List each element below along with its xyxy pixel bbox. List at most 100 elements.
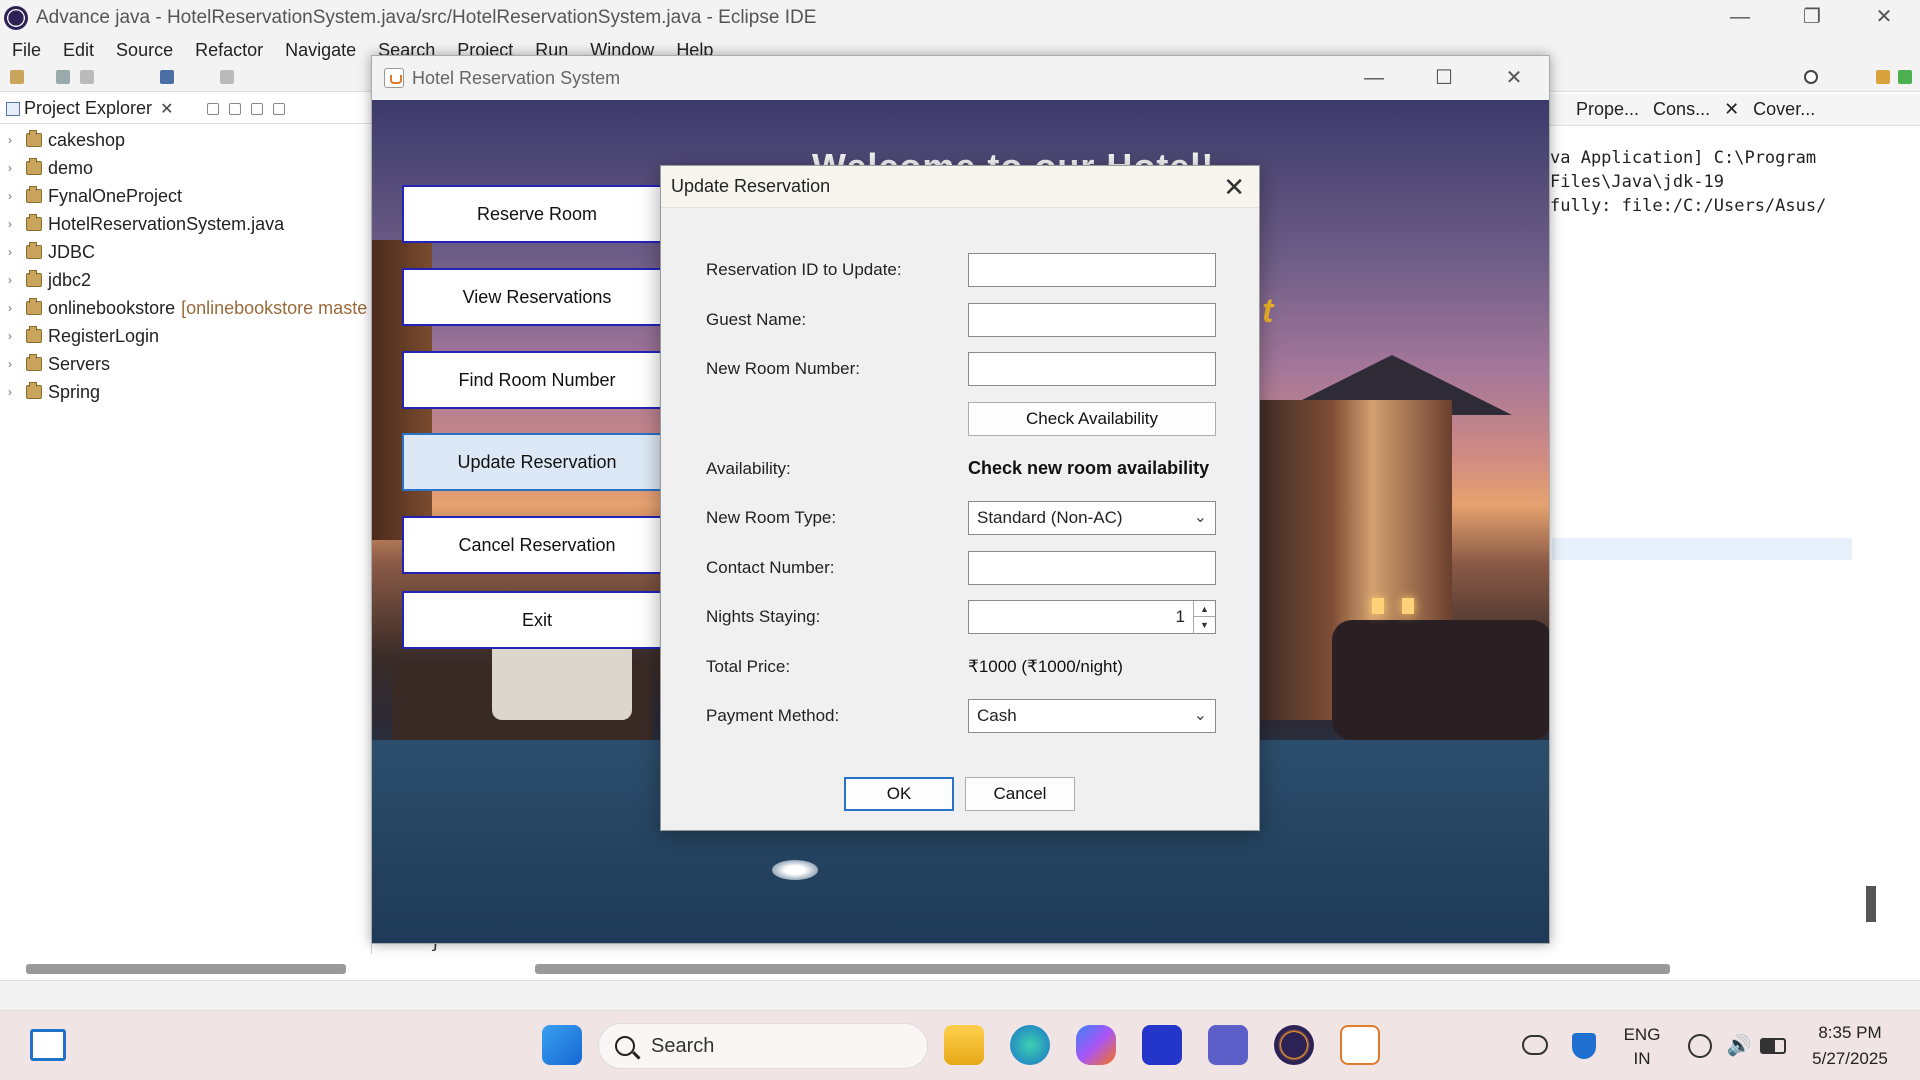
menu-navigate[interactable]: Navigate [285, 40, 356, 61]
chevron-down-icon[interactable]: ⌄ [1194, 507, 1207, 527]
room-type-select[interactable]: Standard (Non-AC) ⌄ [968, 501, 1216, 535]
maximize-icon[interactable]: ☐ [1409, 56, 1479, 100]
tree-item-label: onlinebookstore [48, 297, 176, 318]
java-perspective-icon[interactable] [1898, 70, 1912, 84]
tree-item[interactable]: › jdbc2 [0, 266, 371, 294]
security-shield-icon[interactable] [1572, 1033, 1596, 1059]
edge-icon[interactable] [1010, 1025, 1050, 1065]
chevron-right-icon[interactable]: › [8, 301, 20, 315]
contact-number-input[interactable] [968, 551, 1216, 585]
find-room-number-button[interactable]: Find Room Number [402, 351, 672, 409]
spinner-up-icon[interactable]: ▲ [1194, 601, 1215, 617]
ok-button[interactable]: OK [844, 777, 954, 811]
check-availability-button[interactable]: Check Availability [968, 402, 1216, 436]
room-number-input[interactable] [968, 352, 1216, 386]
update-reservation-dialog: Update Reservation ✕ Reservation ID to U… [660, 165, 1260, 831]
tree-item[interactable]: › RegisterLogin [0, 322, 371, 350]
chevron-right-icon[interactable]: › [8, 161, 20, 175]
new-icon[interactable] [10, 70, 24, 84]
view-reservations-button[interactable]: View Reservations [402, 268, 672, 326]
cancel-button[interactable]: Cancel [965, 777, 1075, 811]
close-icon[interactable]: ✕ [160, 99, 173, 119]
widgets-icon[interactable] [30, 1029, 66, 1061]
chevron-right-icon[interactable]: › [8, 385, 20, 399]
tree-item[interactable]: › Spring [0, 378, 371, 406]
menu-edit[interactable]: Edit [63, 40, 94, 61]
terminal-icon[interactable] [160, 70, 174, 84]
tree-item-label: FynalOneProject [48, 185, 183, 206]
close-icon[interactable]: ✕ [1724, 99, 1739, 120]
volume-icon[interactable]: 🔊 [1724, 1033, 1754, 1058]
clock-time[interactable]: 8:35 PM [1800, 1023, 1900, 1043]
close-icon[interactable]: ✕ [1479, 56, 1549, 100]
teams-icon[interactable] [1208, 1025, 1248, 1065]
close-icon[interactable]: ✕ [1848, 0, 1920, 36]
save-icon[interactable] [56, 70, 70, 84]
chevron-right-icon[interactable]: › [8, 273, 20, 287]
minimize-icon[interactable]: — [1704, 0, 1776, 36]
globe-icon[interactable] [1688, 1034, 1712, 1058]
tab-properties[interactable]: Prope... [1576, 99, 1639, 120]
chevron-down-icon[interactable]: ⌄ [1194, 705, 1207, 725]
exit-button[interactable]: Exit [402, 591, 672, 649]
copilot-icon[interactable] [1076, 1025, 1116, 1065]
file-explorer-icon[interactable] [944, 1025, 984, 1065]
minimize-icon[interactable]: — [1339, 56, 1409, 100]
nights-staying-value: 1 [1175, 607, 1185, 626]
menu-source[interactable]: Source [116, 40, 173, 61]
git-branch-label: [onlinebookstore maste [181, 297, 368, 318]
dialog-title: Update Reservation [671, 176, 831, 196]
dialog-titlebar: Update Reservation ✕ [661, 166, 1259, 208]
tab-coverage[interactable]: Cover... [1753, 99, 1815, 120]
spinner-down-icon[interactable]: ▼ [1194, 617, 1215, 633]
perspective-icon[interactable] [1876, 70, 1890, 84]
update-reservation-button[interactable]: Update Reservation [402, 433, 672, 491]
collapse-all-icon[interactable] [207, 102, 220, 115]
link-editor-icon[interactable] [229, 102, 242, 115]
editor-vertical-scrollbar[interactable] [1866, 886, 1876, 922]
tab-console[interactable]: Cons... [1653, 99, 1710, 120]
project-explorer-tab[interactable]: Project Explorer ✕ [0, 94, 371, 124]
close-icon[interactable]: ✕ [1223, 172, 1245, 203]
tree-item[interactable]: › FynalOneProject [0, 182, 371, 210]
maximize-icon[interactable]: ❐ [1776, 0, 1848, 36]
chevron-right-icon[interactable]: › [8, 357, 20, 371]
tree-item[interactable]: › HotelReservationSystem.java [0, 210, 371, 238]
explorer-horizontal-scrollbar[interactable] [26, 964, 346, 974]
taskbar-search[interactable]: Search [598, 1023, 928, 1069]
search-icon[interactable] [1804, 70, 1818, 84]
azure-icon[interactable] [1142, 1025, 1182, 1065]
tree-item[interactable]: › cakeshop [0, 126, 371, 154]
language-code[interactable]: ENG [1620, 1025, 1664, 1045]
chevron-right-icon[interactable]: › [8, 189, 20, 203]
menu-file[interactable]: File [12, 40, 41, 61]
reserve-room-button[interactable]: Reserve Room [402, 185, 672, 243]
chevron-right-icon[interactable]: › [8, 245, 20, 259]
save-all-icon[interactable] [80, 70, 94, 84]
start-icon[interactable] [542, 1025, 582, 1065]
chevron-right-icon[interactable]: › [8, 329, 20, 343]
eclipse-taskbar-icon[interactable] [1274, 1025, 1314, 1065]
tree-item[interactable]: › Servers [0, 350, 371, 378]
view-menu-icon[interactable] [273, 102, 286, 115]
menu-refactor[interactable]: Refactor [195, 40, 263, 61]
onedrive-icon[interactable] [1522, 1035, 1548, 1055]
tree-item[interactable]: › JDBC [0, 238, 371, 266]
battery-icon[interactable] [1760, 1038, 1786, 1054]
chevron-right-icon[interactable]: › [8, 133, 20, 147]
resume-icon[interactable] [220, 70, 234, 84]
language-region[interactable]: IN [1620, 1049, 1664, 1069]
nights-staying-spinner[interactable]: 1 ▲ ▼ [968, 600, 1216, 634]
payment-method-select[interactable]: Cash ⌄ [968, 699, 1216, 733]
java-taskbar-icon[interactable] [1340, 1025, 1380, 1065]
search-icon [615, 1036, 635, 1056]
clock-date[interactable]: 5/27/2025 [1800, 1049, 1900, 1069]
editor-horizontal-scrollbar[interactable] [535, 964, 1670, 974]
tree-item[interactable]: › onlinebookstore [onlinebookstore maste [0, 294, 371, 322]
guest-name-input[interactable] [968, 303, 1216, 337]
filter-icon[interactable] [251, 102, 264, 115]
tree-item[interactable]: › demo [0, 154, 371, 182]
reservation-id-input[interactable] [968, 253, 1216, 287]
chevron-right-icon[interactable]: › [8, 217, 20, 231]
cancel-reservation-button[interactable]: Cancel Reservation [402, 516, 672, 574]
